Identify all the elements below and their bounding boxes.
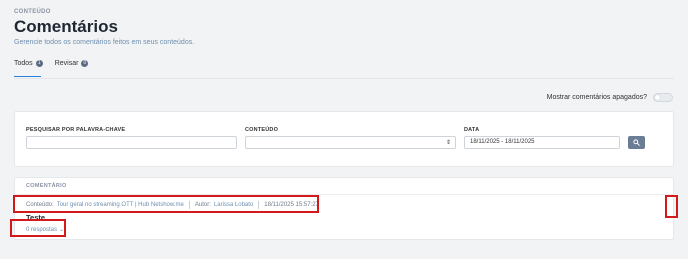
highlight-box-menu — [665, 195, 678, 218]
content-select[interactable]: ⇕ — [245, 136, 456, 149]
tab-revisar-count-badge: 0 — [81, 59, 89, 67]
tab-bar: Todos 1 Revisar 0 — [14, 58, 89, 68]
highlight-box-replies — [10, 219, 66, 237]
date-range-input[interactable]: 18/11/2025 - 18/11/2025 — [464, 136, 620, 149]
show-deleted-toggle[interactable] — [653, 93, 673, 102]
tab-revisar-label: Revisar — [54, 59, 79, 67]
keyword-label: PESQUISAR POR PALAVRA-CHAVE — [26, 127, 126, 133]
date-filter-label: DATA — [464, 127, 480, 133]
page-eyebrow: CONTEÚDO — [14, 9, 51, 15]
tab-todos-count-badge: 1 — [35, 59, 43, 67]
select-arrows-icon: ⇕ — [445, 140, 451, 146]
show-deleted-toggle-row: Mostrar comentários apagados? — [547, 93, 673, 102]
comment-column-header: COMENTÁRIO — [26, 183, 67, 189]
show-deleted-label: Mostrar comentários apagados? — [546, 94, 647, 101]
filter-panel: PESQUISAR POR PALAVRA-CHAVE CONTEÚDO ⇕ D… — [14, 111, 674, 167]
search-icon — [633, 139, 640, 146]
page-title: Comentários — [14, 17, 118, 36]
tab-divider — [14, 78, 674, 79]
content-filter-label: CONTEÚDO — [245, 127, 279, 133]
search-button[interactable] — [628, 136, 645, 149]
tab-todos-label: Todos — [14, 59, 33, 67]
page-subtitle: Gerencie todos os comentários feitos em … — [14, 39, 195, 46]
tab-todos[interactable]: Todos 1 — [14, 58, 43, 68]
active-tab-indicator — [14, 76, 41, 77]
keyword-search-input[interactable] — [26, 136, 237, 149]
tab-revisar[interactable]: Revisar 0 — [55, 58, 89, 68]
highlight-box-meta — [13, 195, 319, 213]
